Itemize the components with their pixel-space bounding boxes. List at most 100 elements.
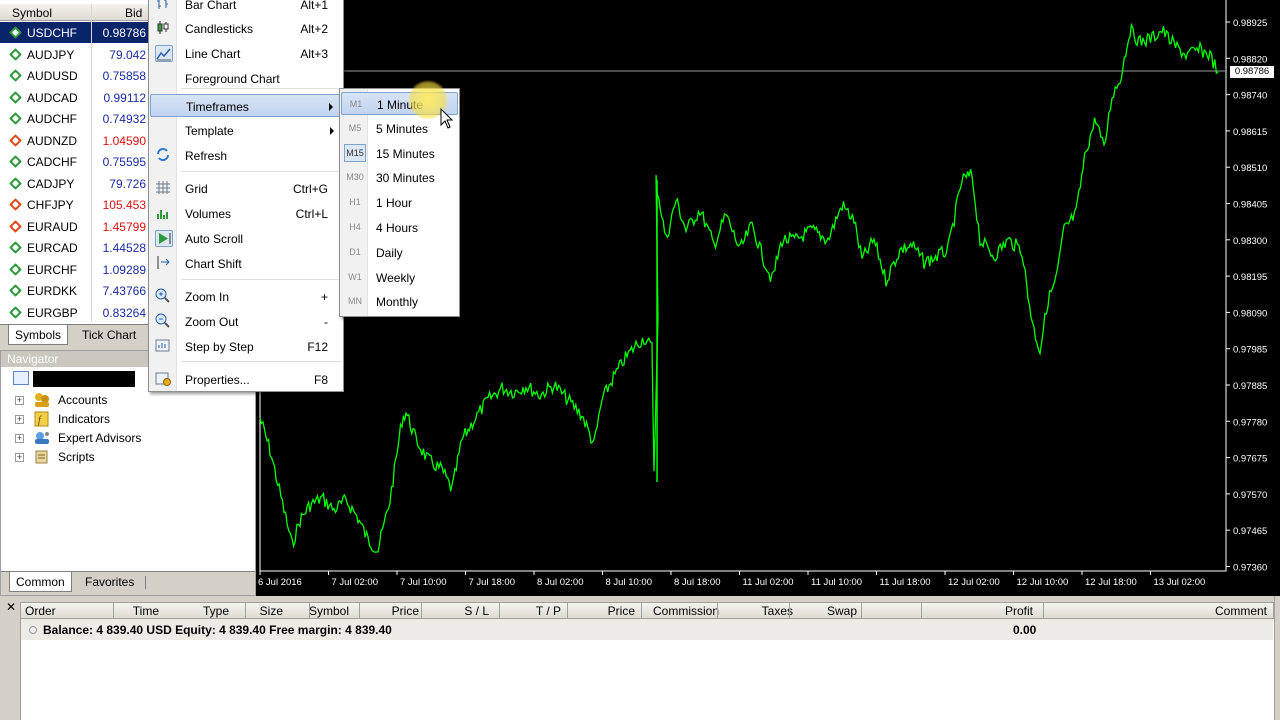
market-watch-row[interactable]: AUDCHF 0.74932 — [0, 108, 150, 129]
menu-item-shortcut: Ctrl+G — [292, 182, 328, 196]
timeframe-m30[interactable]: M30 30 Minutes — [341, 166, 458, 189]
symbol-column-header[interactable]: Symbol — [12, 6, 52, 20]
price-up-icon — [9, 284, 22, 297]
timeframe-mn[interactable]: MN Monthly — [341, 290, 458, 313]
menu-auto-scroll[interactable]: Auto Scroll — [150, 227, 342, 250]
terminal-icon — [13, 371, 29, 385]
menu-item-shortcut: Alt+2 — [300, 22, 328, 36]
column-header[interactable]: Commission — [653, 604, 719, 618]
tab-favorites[interactable]: Favorites — [79, 572, 140, 592]
column-header[interactable]: Time — [133, 604, 159, 618]
close-icon[interactable]: ✕ — [6, 600, 16, 614]
tab-common[interactable]: Common — [9, 572, 72, 592]
timeframe-h4[interactable]: H4 4 Hours — [341, 216, 458, 239]
column-header[interactable]: Swap — [827, 604, 857, 618]
column-header[interactable]: Price — [608, 604, 635, 618]
expand-icon[interactable]: + — [15, 453, 24, 462]
candlesticks-icon — [155, 20, 173, 37]
menu-zoom-out[interactable]: Zoom Out - — [150, 310, 342, 333]
expand-icon[interactable]: + — [15, 415, 24, 424]
price-up-icon — [9, 112, 22, 125]
market-watch-row[interactable]: AUDCAD 0.99112 — [0, 87, 150, 108]
account-redacted — [33, 371, 135, 387]
menu-properties[interactable]: Properties... F8 — [150, 368, 342, 391]
symbol-name: AUDNZD — [27, 133, 77, 148]
bid-price: 0.74932 — [102, 112, 146, 126]
timeframe-label: Daily — [376, 245, 403, 260]
timeframe-label: 1 Hour — [376, 196, 413, 211]
column-header[interactable]: Price — [392, 604, 419, 618]
timeframe-label: 5 Minutes — [376, 121, 429, 136]
menu-item-label: Candlesticks — [185, 22, 254, 36]
symbol-name: EURAUD — [27, 219, 78, 234]
column-header[interactable]: S / L — [464, 604, 489, 618]
tab-symbols[interactable]: Symbols — [8, 325, 69, 345]
timeframe-d1[interactable]: D1 Daily — [341, 241, 458, 264]
bid-price: 1.09289 — [102, 262, 146, 277]
menu-volumes[interactable]: Volumes Ctrl+L — [150, 202, 342, 225]
bid-price: 79.726 — [109, 176, 146, 191]
menu-timeframes[interactable]: Timeframes — [150, 94, 342, 117]
column-header[interactable]: Type — [203, 604, 229, 618]
auto-scroll-icon — [155, 230, 173, 247]
market-watch-row[interactable]: AUDNZD 1.04590 — [0, 130, 150, 151]
symbol-name: EURGBP — [27, 305, 78, 320]
market-watch-row[interactable]: EURCHF 1.09289 — [0, 259, 150, 280]
market-watch-header: Symbol Bid — [0, 4, 152, 21]
menu-separator — [181, 279, 341, 280]
bid-column-header[interactable]: Bid — [125, 6, 142, 20]
column-header[interactable]: Profit — [1005, 604, 1033, 618]
y-tick-label: 0.97985 — [1233, 345, 1267, 356]
column-header[interactable]: Comment — [1215, 604, 1267, 618]
symbol-name: CADCHF — [27, 155, 77, 169]
menu-step-by-step[interactable]: Step by Step F12 — [150, 335, 342, 358]
zoom-in-icon — [155, 288, 173, 305]
terminal-table-body: Balance: 4 839.40 USD Equity: 4 839.40 F… — [20, 619, 1274, 720]
bid-price: 7.43766 — [102, 284, 146, 298]
market-watch-row[interactable]: CHFJPY 105.453 — [0, 194, 150, 215]
market-watch-row[interactable]: EURCAD 1.44528 — [0, 237, 150, 258]
column-header[interactable]: T / P — [536, 604, 561, 618]
indicators-icon: f — [33, 411, 51, 427]
timeframe-w1[interactable]: W1 Weekly — [341, 266, 458, 289]
x-tick-label: 12 Jul 10:00 — [1017, 577, 1069, 588]
market-watch-row[interactable]: EURGBP 0.83264 — [0, 302, 150, 323]
timeframe-code: MN — [348, 296, 362, 307]
timeframe-h1[interactable]: H1 1 Hour — [341, 191, 458, 214]
balance-row[interactable]: Balance: 4 839.40 USD Equity: 4 839.40 F… — [21, 619, 1273, 640]
menu-foreground-chart[interactable]: Foreground Chart — [150, 67, 342, 90]
expand-icon[interactable]: + — [15, 396, 24, 405]
market-watch-row[interactable]: USDCHF 0.98786 — [0, 22, 150, 43]
column-header[interactable]: Size — [260, 604, 283, 618]
menu-item-label: Grid — [185, 182, 208, 196]
tab-tick-chart[interactable]: Tick Chart — [76, 325, 142, 345]
menu-candlesticks[interactable]: Candlesticks Alt+2 — [150, 17, 342, 40]
menu-zoom-in[interactable]: Zoom In + — [150, 285, 342, 308]
x-tick-label: 7 Jul 02:00 — [332, 577, 378, 588]
nav-item-label: Expert Advisors — [58, 431, 142, 445]
market-watch-row[interactable]: EURDKK 7.43766 — [0, 280, 150, 301]
market-watch-row[interactable]: CADCHF 0.75595 — [0, 151, 150, 172]
market-watch-row[interactable]: CADJPY 79.726 — [0, 173, 150, 194]
market-watch-row[interactable]: EURAUD 1.45799 — [0, 216, 150, 237]
menu-line-chart[interactable]: Line Chart Alt+3 — [150, 42, 342, 65]
menu-grid[interactable]: Grid Ctrl+G — [150, 177, 342, 200]
menu-refresh[interactable]: Refresh — [150, 144, 342, 167]
x-tick-label: 12 Jul 02:00 — [948, 577, 1000, 588]
menu-chart-shift[interactable]: Chart Shift — [150, 252, 342, 275]
timeframe-m15[interactable]: M15 15 Minutes — [341, 142, 458, 165]
market-watch-row[interactable]: AUDUSD 0.75858 — [0, 65, 150, 86]
menu-template[interactable]: Template — [150, 119, 342, 142]
expand-icon[interactable]: + — [15, 434, 24, 443]
column-header[interactable]: Order — [25, 604, 56, 618]
terminal-scrollbar[interactable] — [1274, 596, 1280, 720]
market-watch-row[interactable]: AUDJPY 79.042 — [0, 44, 150, 65]
y-tick-label: 0.97465 — [1233, 526, 1267, 537]
y-tick-label: 0.97885 — [1233, 381, 1267, 392]
timeframe-code: H4 — [349, 222, 361, 232]
timeframe-label: Weekly — [376, 270, 416, 285]
symbol-name: EURDKK — [27, 284, 78, 298]
menu-bar-chart[interactable]: Bar Chart Alt+1 — [150, 0, 342, 16]
column-header[interactable]: Symbol — [309, 604, 349, 618]
timeframe-code: W1 — [348, 271, 362, 282]
